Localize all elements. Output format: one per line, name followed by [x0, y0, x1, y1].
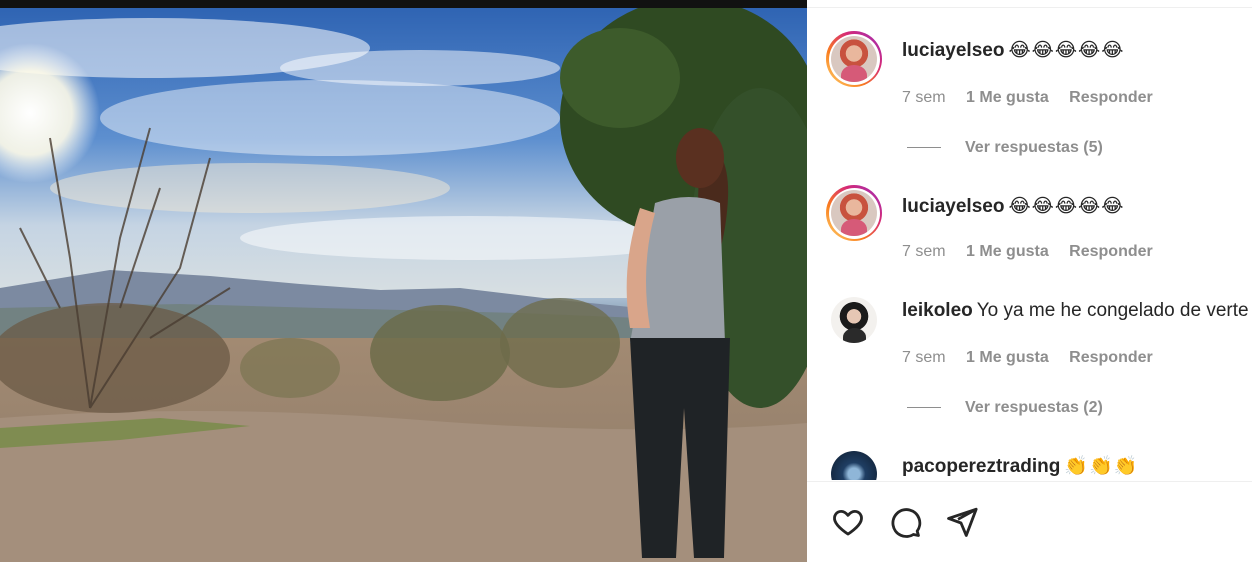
replies-dash: [907, 147, 941, 149]
comment-meta: 7 sem 1 Me gusta Responder: [902, 89, 1169, 107]
comment-item: pacopereztrading 👏👏👏: [807, 0, 1252, 480]
comment-username[interactable]: luciayelseo: [902, 196, 1004, 217]
avatar[interactable]: [831, 297, 877, 343]
comment-username[interactable]: leikoleo: [902, 300, 973, 321]
photo-top-edge: [0, 0, 807, 8]
comments-panel: luciayelseo 😂😂😂😂😂 7 sem 1 Me gusta Respon…: [807, 0, 1252, 562]
comments-list[interactable]: luciayelseo 😂😂😂😂😂 7 sem 1 Me gusta Respon…: [807, 0, 1252, 480]
lucia-avatar-image: [831, 190, 877, 236]
comment-likes[interactable]: 1 Me gusta: [966, 349, 1049, 367]
view-replies-button[interactable]: Ver respuestas (5): [907, 139, 1103, 157]
comment-text: 👏👏👏: [1064, 456, 1139, 477]
comment-time[interactable]: 7 sem: [902, 89, 946, 107]
comment-time[interactable]: 7 sem: [902, 243, 946, 261]
comment-text: 😂😂😂😂😂: [1008, 196, 1125, 217]
reply-button[interactable]: Responder: [1069, 243, 1153, 261]
view-replies-label: Ver respuestas (5): [965, 139, 1103, 156]
comment-meta: 7 sem 1 Me gusta Responder: [902, 243, 1169, 261]
comment-icon[interactable]: [885, 502, 925, 542]
replies-dash: [907, 407, 941, 409]
action-bar: [807, 482, 1252, 562]
comment-likes[interactable]: 1 Me gusta: [966, 243, 1049, 261]
avatar[interactable]: [826, 185, 882, 241]
landscape-image: [0, 8, 807, 562]
avatar[interactable]: [831, 451, 877, 480]
comment-meta: 7 sem 1 Me gusta Responder: [902, 349, 1169, 367]
comment-likes[interactable]: 1 Me gusta: [966, 89, 1049, 107]
reply-button[interactable]: Responder: [1069, 349, 1153, 367]
view-replies-button[interactable]: Ver respuestas (2): [907, 399, 1103, 417]
view-replies-label: Ver respuestas (2): [965, 399, 1103, 416]
comment-time[interactable]: 7 sem: [902, 349, 946, 367]
comment-text: Yo ya me he congelado de verte: [976, 300, 1249, 321]
comment-username[interactable]: pacopereztrading: [902, 456, 1060, 477]
reply-button[interactable]: Responder: [1069, 89, 1153, 107]
post-photo[interactable]: [0, 0, 807, 562]
heart-icon[interactable]: [828, 502, 868, 542]
share-icon[interactable]: [942, 502, 982, 542]
